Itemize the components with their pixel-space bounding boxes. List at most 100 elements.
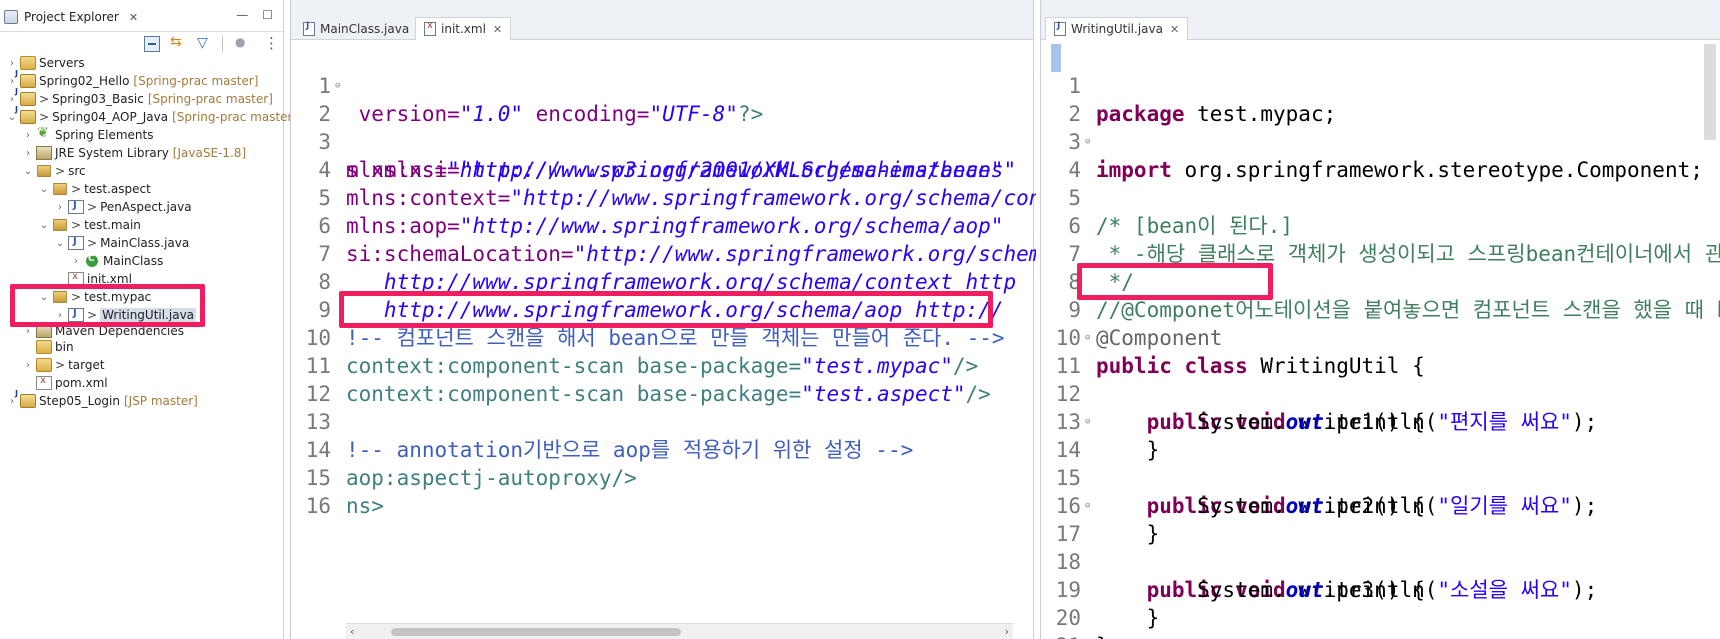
tree-item-bin[interactable]: › bin <box>0 338 284 356</box>
tree-item-label: JRE System Library <box>55 146 169 160</box>
tree-item-target[interactable]: › > target <box>0 356 284 374</box>
tree-item-spring03-basic[interactable]: › > Spring03_Basic [Spring-prac master] <box>0 87 284 108</box>
line-number: 16 <box>305 494 331 518</box>
tab-writingutil-java[interactable]: WritingUtil.java ✕ <box>1045 17 1189 40</box>
tab-mainclass-java[interactable]: MainClass.java <box>295 18 417 40</box>
tree-item-label: Maven Dependencies <box>55 324 185 338</box>
view-menu-icon[interactable] <box>259 34 279 52</box>
tree-item-step05-login[interactable]: › Step05_Login [JSP master] <box>0 389 284 410</box>
tree-item-init-xml[interactable]: › init.xml <box>0 270 284 288</box>
dirty-prefix: > <box>87 236 98 250</box>
dirty-prefix: > <box>55 164 66 178</box>
toolbar-divider <box>222 36 223 52</box>
tree-item-writingutil-java[interactable]: › > WritingUtil.java <box>0 306 284 324</box>
tab-project-explorer[interactable]: Project Explorer ✕ <box>4 6 138 28</box>
collapse-arrow-icon[interactable]: ⌄ <box>38 184 50 195</box>
fold-icon[interactable]: ⊖ <box>1085 408 1090 436</box>
tree-item-label: init.xml <box>87 272 132 286</box>
scroll-left-icon[interactable]: ‹ <box>350 625 354 638</box>
package-icon <box>53 219 67 231</box>
tab-init-xml[interactable]: init.xml ✕ <box>415 17 512 40</box>
dirty-prefix: > <box>71 218 82 232</box>
close-icon[interactable]: ✕ <box>493 23 502 36</box>
expand-arrow-icon[interactable]: › <box>22 148 34 159</box>
collapse-arrow-icon[interactable]: ⌄ <box>54 238 66 249</box>
xml-editor: MainClass.java init.xml ✕ 1 version="1.0… <box>290 0 1036 639</box>
tab-label: WritingUtil.java <box>1071 22 1163 36</box>
collapse-all-icon[interactable] <box>144 36 160 52</box>
tab-label: MainClass.java <box>320 22 410 36</box>
tree-item-servers[interactable]: › Servers <box>0 54 284 72</box>
expand-arrow-icon[interactable]: › <box>70 256 82 267</box>
expand-arrow-icon[interactable]: › <box>54 202 66 213</box>
tree-item-mainclass[interactable]: › MainClass <box>0 252 284 270</box>
code-line: 19 } <box>1041 548 1720 630</box>
code-line: 7 */ <box>1041 212 1720 294</box>
xml-code-area[interactable]: 1 version="1.0" encoding="UTF-8"?> 2 ⊖ s… <box>291 44 1036 518</box>
tree-item-spring-elements[interactable]: › Spring Elements <box>0 125 284 144</box>
tree-item-jre-system-library[interactable]: › JRE System Library [JavaSE-1.8] <box>0 144 284 162</box>
code-line: 8 //@Componet어노테이션을 붙여놓으면 컴포넌트 스캔을 했을 때 … <box>1041 240 1720 322</box>
tree-item-maven-dependencies[interactable]: › Maven Dependencies <box>0 324 284 338</box>
focus-icon[interactable] <box>233 35 249 52</box>
close-icon[interactable]: ✕ <box>129 11 138 24</box>
java-editor: WritingUtil.java ✕ 1 package test.mypac;… <box>1040 0 1720 639</box>
close-icon[interactable]: ✕ <box>1170 23 1179 36</box>
project-icon <box>15 389 36 408</box>
java-code-area[interactable]: 1 package test.mypac; 2 3 import org.spr… <box>1041 44 1720 639</box>
tree-item-label: WritingUtil.java <box>100 308 197 322</box>
tree-item-label: test.main <box>84 218 141 232</box>
link-with-editor-icon[interactable] <box>170 34 186 52</box>
code-line: 8 http://www.springframework.org/schema/… <box>291 240 1033 322</box>
code-line: 18 System.out.println("소설을 써요"); <box>1041 520 1720 602</box>
scroll-right-icon[interactable]: › <box>1005 625 1009 638</box>
horizontal-scrollbar[interactable]: ‹ › <box>346 623 1013 639</box>
code-line: 4 ⊖ /* <box>1041 128 1720 238</box>
tree-item-label: src <box>68 164 86 178</box>
code-line: 13 } <box>1041 380 1720 462</box>
code-line: 7 http://www.springframework.org/schema/… <box>291 212 1033 294</box>
tree-item-pom-xml[interactable]: › pom.xml <box>0 374 284 392</box>
tree-item-mainclass-java[interactable]: ⌄ > MainClass.java <box>0 234 284 252</box>
line-number: 21 <box>1041 632 1087 639</box>
project-explorer-icon <box>4 10 18 24</box>
code-text: } <box>1096 632 1720 639</box>
tree-item-penaspect-java[interactable]: › > PenAspect.java <box>0 198 284 216</box>
class-icon <box>86 254 98 267</box>
java-file-icon <box>68 236 84 250</box>
dirty-prefix: > <box>87 200 98 214</box>
expand-arrow-icon[interactable]: › <box>6 58 18 69</box>
tree-item-spring04-aop-java[interactable]: ⌄ > Spring04_AOP_Java [Spring-prac maste… <box>0 105 297 126</box>
tree-item-test-main[interactable]: ⌄ > test.main <box>0 216 284 234</box>
collapse-arrow-icon[interactable]: ⌄ <box>38 292 50 303</box>
tree-item-label: test.aspect <box>84 182 151 196</box>
tree-item-spring02-hello[interactable]: › Spring02_Hello [Spring-prac master] <box>0 69 284 90</box>
java-file-icon <box>68 308 84 322</box>
project-icon <box>15 69 36 88</box>
dirty-prefix: > <box>39 110 50 124</box>
tree-item-test-aspect[interactable]: ⌄ > test.aspect <box>0 180 284 198</box>
tree-item-test-mypac[interactable]: ⌄ > test.mypac <box>0 288 284 306</box>
fold-icon[interactable]: ⊖ <box>1085 492 1090 520</box>
scrollbar-thumb[interactable] <box>391 628 681 636</box>
fold-icon[interactable]: ⊖ <box>335 72 340 100</box>
collapse-arrow-icon[interactable]: ⌄ <box>38 220 50 231</box>
editor-tabbar: WritingUtil.java ✕ <box>1041 0 1720 40</box>
expand-arrow-icon[interactable]: › <box>22 130 34 141</box>
expand-arrow-icon[interactable]: › <box>54 310 66 321</box>
code-line: 16 } <box>1041 464 1720 546</box>
package-icon <box>53 183 67 195</box>
tree-item-label: pom.xml <box>55 376 108 390</box>
fold-icon[interactable]: ⊖ <box>1085 128 1090 156</box>
fold-icon[interactable]: ⊖ <box>1085 324 1090 352</box>
java-file-icon <box>68 200 84 214</box>
minimize-icon[interactable]: — <box>236 8 248 22</box>
code-line: 5 * [bean이 된다.] <box>1041 156 1720 238</box>
expand-arrow-icon[interactable]: › <box>22 360 34 371</box>
code-line: 21 <box>1041 604 1720 639</box>
tree-item-src[interactable]: ⌄ > src <box>0 162 284 180</box>
maximize-icon[interactable]: ☐ <box>262 8 273 22</box>
filter-icon[interactable] <box>196 35 212 52</box>
expand-arrow-icon[interactable]: › <box>22 326 34 337</box>
collapse-arrow-icon[interactable]: ⌄ <box>22 166 34 177</box>
